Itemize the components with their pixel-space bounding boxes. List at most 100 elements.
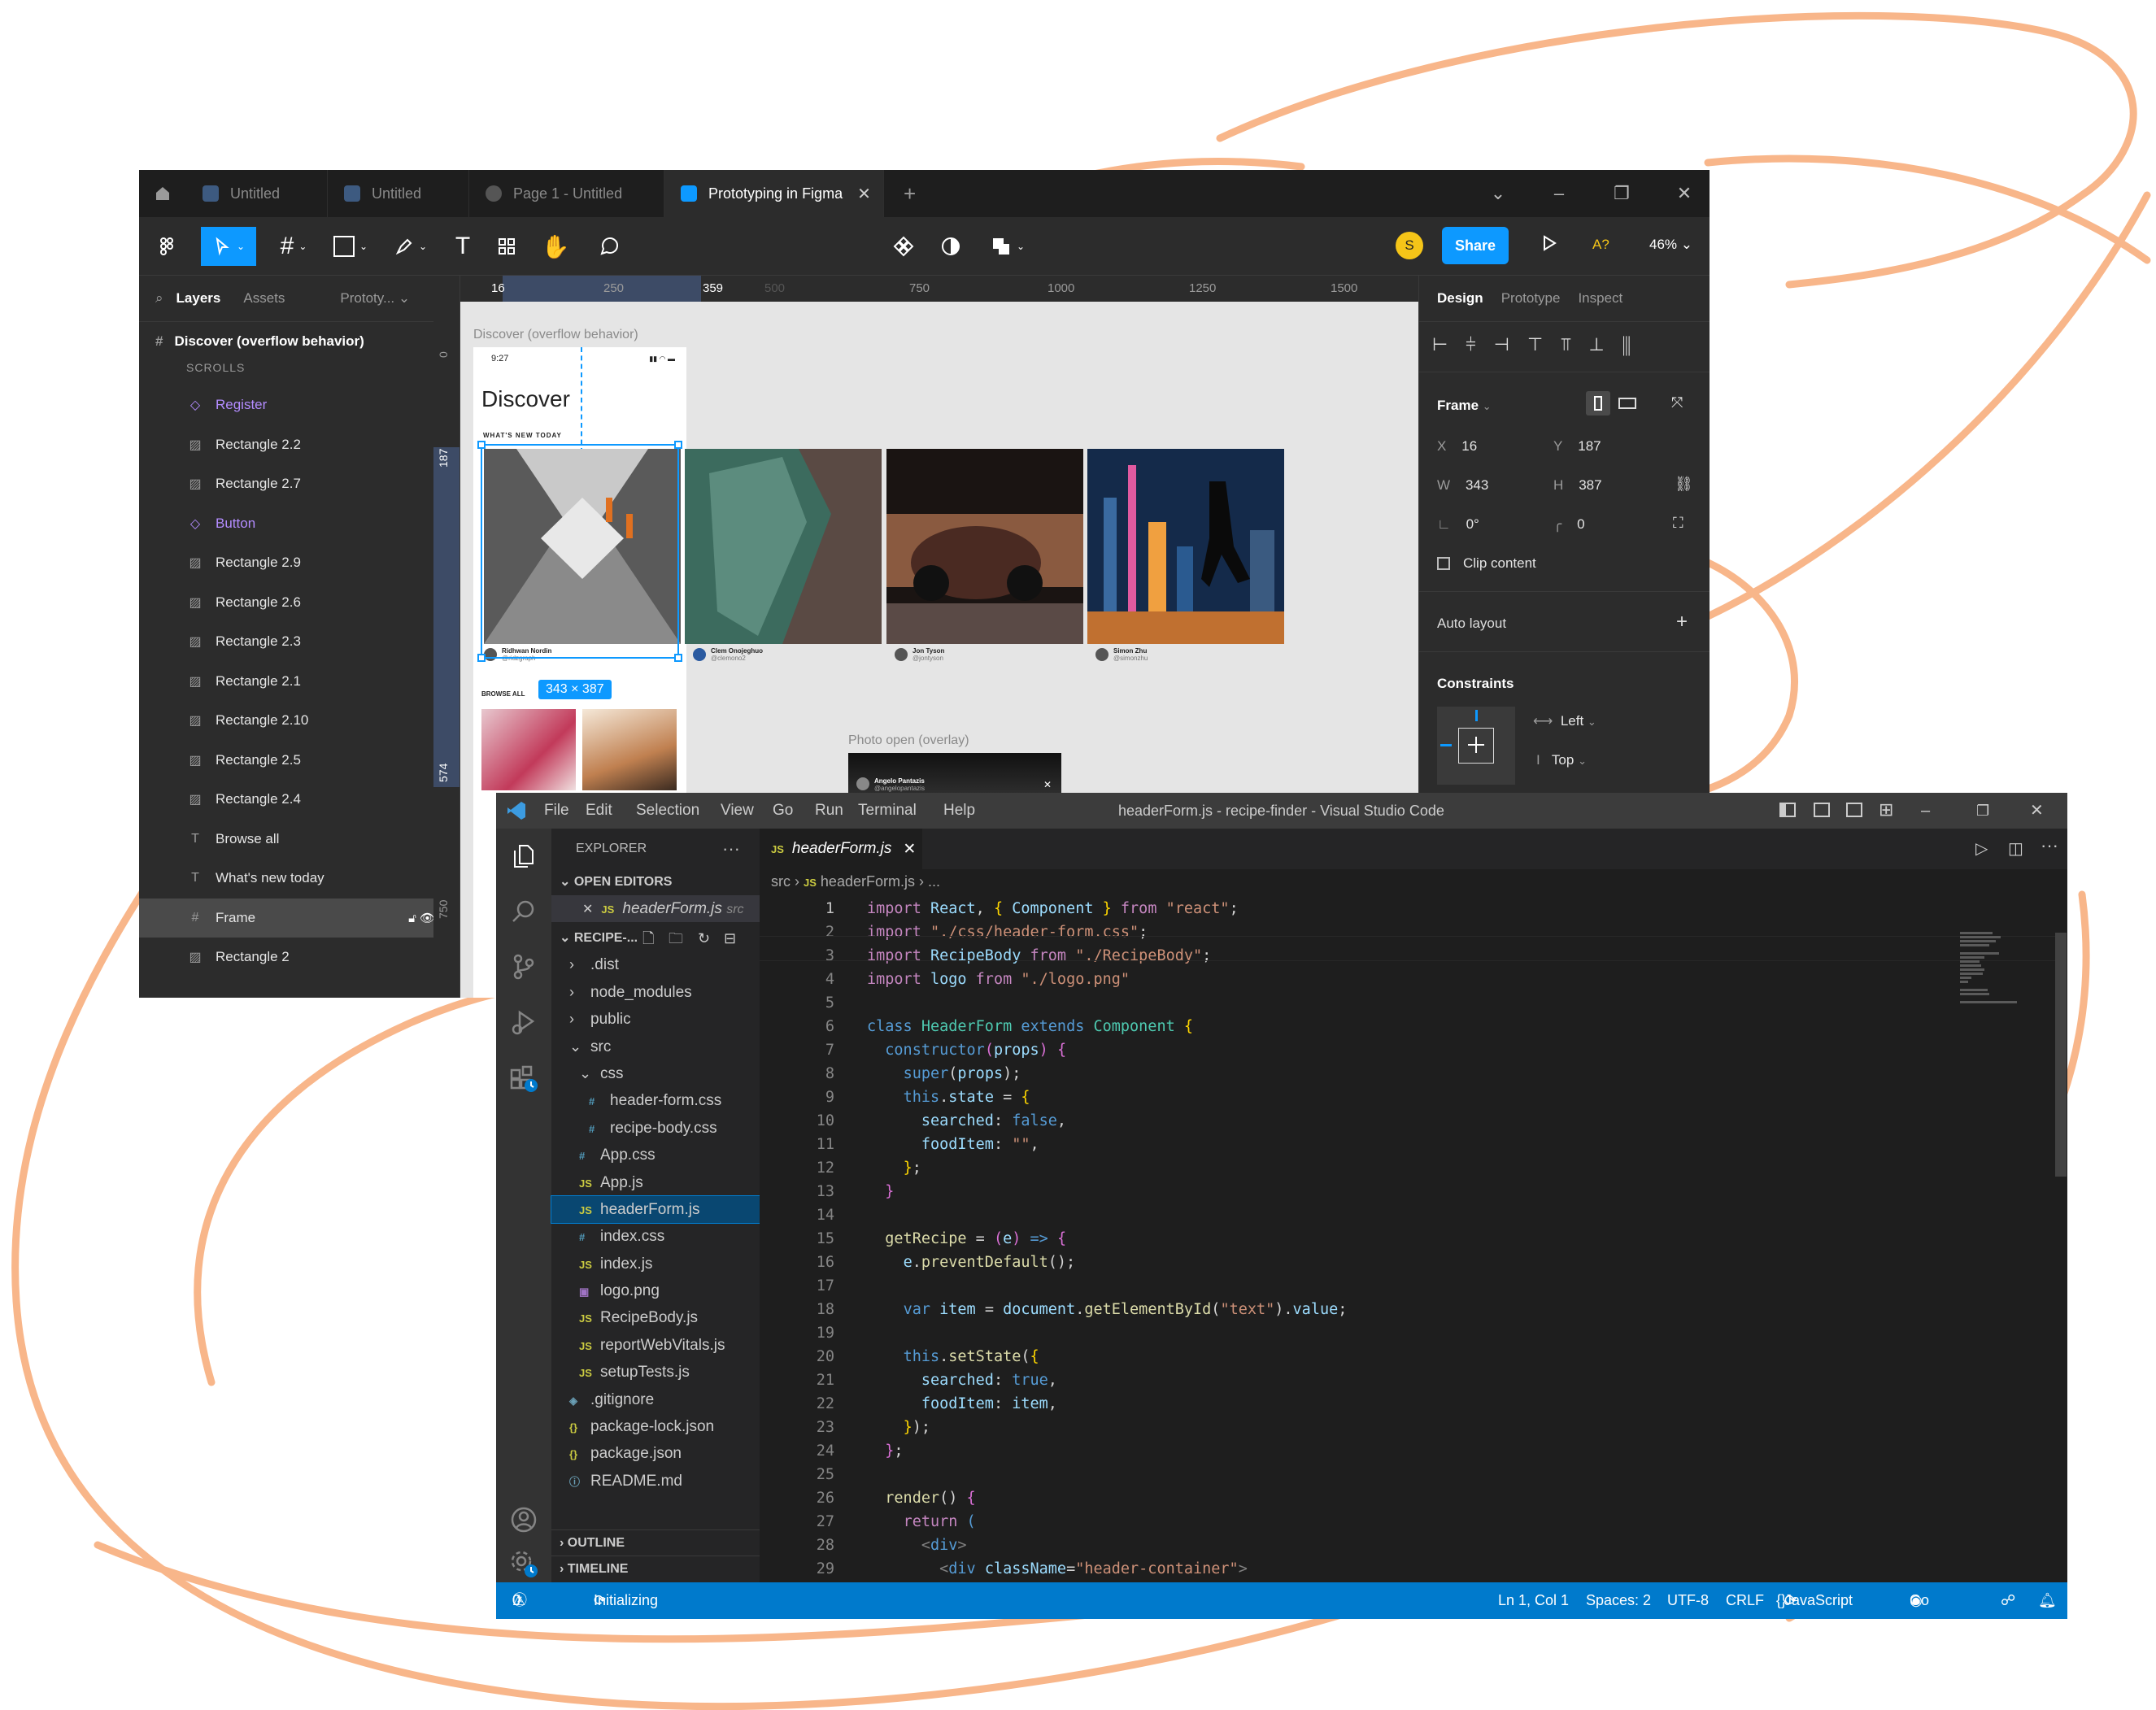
tab-prototype[interactable]: Prototype [1501, 290, 1561, 307]
y-field[interactable]: Y 187 [1553, 438, 1601, 455]
source-control-icon[interactable] [496, 939, 551, 994]
close-tab-icon[interactable]: ✕ [903, 840, 916, 859]
chevron-down-icon[interactable]: ⌄ [1474, 170, 1522, 217]
open-editor-item[interactable]: ✕ JS headerForm.js src [551, 895, 760, 923]
toggle-secondary-sidebar-icon[interactable] [1846, 803, 1862, 817]
file-item[interactable]: # recipe-body.css [551, 1115, 760, 1142]
independent-corners-icon[interactable]: ⛶ [1673, 515, 1683, 532]
zoom-dropdown[interactable]: 46% ⌄ [1649, 237, 1692, 253]
constraints-widget[interactable] [1437, 707, 1515, 785]
folder-item[interactable]: › node_modules [551, 979, 760, 1006]
figma-menu-icon[interactable] [147, 227, 186, 266]
extensions-icon[interactable] [496, 1050, 551, 1105]
layer-item[interactable]: ▨ Rectangle 2.1 [139, 662, 460, 702]
layer-item[interactable]: ▨ Rectangle 2.3 [139, 622, 460, 662]
menu-go[interactable]: Go [773, 793, 793, 829]
layer-item[interactable]: ▨ Rectangle 2.4 [139, 780, 460, 820]
file-item[interactable]: ◈ .gitignore [551, 1386, 760, 1413]
file-item[interactable]: JS RecipeBody.js [551, 1304, 760, 1331]
tab-design[interactable]: Design [1437, 290, 1483, 307]
corner-radius-field[interactable]: ╭ 0 [1553, 516, 1585, 533]
open-editors-section[interactable]: ⌄ OPEN EDITORS [551, 869, 760, 895]
folder-item[interactable]: ⌄ src [551, 1033, 760, 1060]
shape-tool-button[interactable]: ⌄ [326, 227, 375, 266]
hand-tool-button[interactable]: ✋ [538, 227, 573, 266]
file-item[interactable]: {} package-lock.json [551, 1413, 760, 1440]
comment-tool-button[interactable] [591, 227, 627, 266]
pen-tool-button[interactable]: ⌄ [386, 227, 435, 266]
explorer-icon[interactable] [496, 829, 551, 884]
layer-item[interactable]: T What's new today [139, 859, 460, 899]
close-window-icon[interactable]: ✕ [2030, 793, 2044, 829]
split-editor-icon[interactable]: ◫ [2008, 838, 2023, 859]
editor-scrollbar[interactable] [2055, 933, 2067, 1177]
file-item[interactable]: # App.css [551, 1142, 760, 1168]
component-button[interactable] [886, 227, 921, 266]
present-icon[interactable] [1540, 233, 1559, 257]
mask-button[interactable] [933, 227, 969, 266]
home-icon[interactable] [139, 170, 186, 217]
clip-content-checkbox[interactable]: Clip content [1437, 555, 1536, 572]
run-file-icon[interactable]: ▷ [1975, 838, 1988, 859]
layer-item[interactable]: ▨ Rectangle 2.7 [139, 464, 460, 504]
overlay-frame-label[interactable]: Photo open (overlay) [848, 733, 969, 748]
menu-edit[interactable]: Edit [586, 793, 612, 829]
encoding[interactable]: UTF-8 [1667, 1582, 1709, 1619]
file-item[interactable]: JS reportWebVitals.js [551, 1332, 760, 1359]
collapse-all-icon[interactable]: ⊟ [724, 925, 736, 951]
lock-visibility-icons[interactable]: 🔓︎ 👁︎ [408, 911, 435, 925]
outline-section[interactable]: › OUTLINE [551, 1529, 768, 1556]
tab-untitled-2[interactable]: Untitled [328, 170, 469, 217]
layer-item[interactable]: ◇ Button [139, 504, 460, 544]
close-icon[interactable]: ✕ [582, 903, 593, 916]
frame-header[interactable]: # Discover (overflow behavior) [139, 322, 460, 361]
resize-handle[interactable] [674, 441, 682, 449]
boolean-button[interactable]: ⌄ [983, 227, 1032, 266]
timeline-section[interactable]: › TIMELINE [551, 1556, 768, 1582]
file-item[interactable]: # header-form.css [551, 1087, 760, 1114]
file-item[interactable]: ▣ logo.png [551, 1277, 760, 1304]
project-section[interactable]: ⌄ RECIPE-... 🗋 🗀 ↻ ⊟ [551, 925, 760, 951]
line-ending[interactable]: CRLF [1726, 1582, 1764, 1619]
folder-item[interactable]: › .dist [551, 951, 760, 978]
cursor-position[interactable]: Ln 1, Col 1 [1498, 1582, 1569, 1619]
toggle-panel-icon[interactable] [1814, 803, 1830, 817]
font-warning-label[interactable]: A? [1592, 237, 1609, 253]
add-auto-layout-icon[interactable]: + [1676, 611, 1688, 633]
menu-help[interactable]: Help [943, 793, 975, 829]
more-actions-icon[interactable]: ··· [722, 829, 740, 869]
menu-selection[interactable]: Selection [636, 793, 699, 829]
minimize-icon[interactable]: – [1535, 170, 1583, 217]
new-file-icon[interactable]: 🗋 [642, 925, 654, 951]
file-item[interactable]: JS setupTests.js [551, 1359, 760, 1386]
more-actions-icon[interactable]: ··· [2041, 835, 2058, 856]
constraint-vertical-select[interactable]: I Top ⌄ [1536, 752, 1587, 768]
tab-prototyping-in-figma[interactable]: Prototyping in Figma ✕ [664, 170, 884, 217]
folder-item[interactable]: › public [551, 1006, 760, 1033]
file-item[interactable]: ⓘ README.md [551, 1468, 760, 1495]
tab-untitled-1[interactable]: Untitled [186, 170, 328, 217]
resize-to-fit-icon[interactable]: ⤧ [1671, 394, 1683, 411]
selection-box[interactable] [477, 441, 682, 662]
file-item[interactable]: JS headerForm.js [551, 1194, 760, 1225]
frame-name-label[interactable]: Discover (overflow behavior) [473, 328, 638, 342]
share-button[interactable]: Share [1442, 227, 1509, 264]
constrain-proportions-icon[interactable]: ⛓ [1675, 476, 1693, 493]
rotation-field[interactable]: ∟ 0° [1437, 516, 1479, 533]
notifications-icon[interactable]: 🔔︎ [2038, 1582, 2057, 1619]
landscape-icon[interactable] [1618, 398, 1636, 409]
run-debug-icon[interactable] [496, 994, 551, 1050]
layout-icon[interactable]: ⊞ [1879, 799, 1893, 820]
language-mode[interactable]: {} ⟳ JavaScript [1776, 1582, 1853, 1619]
tab-assets[interactable]: Assets [243, 290, 285, 307]
move-tool-button[interactable]: ⌄ [201, 227, 256, 266]
layer-item[interactable]: ▨ Rectangle 2.2 [139, 425, 460, 465]
resources-button[interactable] [489, 227, 525, 266]
menu-terminal[interactable]: Terminal [858, 793, 917, 829]
file-item[interactable]: JS App.js [551, 1169, 760, 1196]
layer-item[interactable]: ▨ Rectangle 2 [139, 938, 460, 977]
search-icon[interactable] [496, 884, 551, 939]
constraint-horizontal-select[interactable]: ⟷ Left ⌄ [1533, 713, 1596, 729]
h-field[interactable]: H 387 [1553, 477, 1602, 494]
layer-item[interactable]: ▨ Rectangle 2.10 [139, 701, 460, 741]
